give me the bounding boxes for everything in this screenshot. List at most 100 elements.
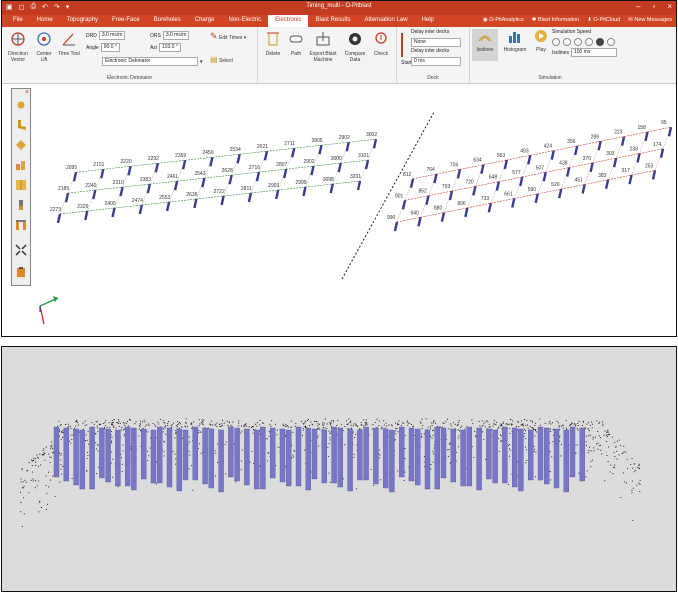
borehole-3d[interactable]	[460, 429, 466, 487]
borehole-marker[interactable]	[263, 150, 269, 161]
drd-input[interactable]: 3.0 ms/m	[98, 31, 126, 40]
borehole-3d[interactable]	[244, 428, 250, 486]
borehole-marker[interactable]	[550, 150, 555, 160]
borehole-3d[interactable]	[270, 427, 276, 479]
borehole-marker[interactable]	[146, 183, 151, 194]
borehole-3d[interactable]	[305, 427, 311, 491]
tab-attenuation-law[interactable]: Attenuation Law	[358, 15, 415, 27]
azi-input[interactable]: 103.0 °	[158, 43, 181, 52]
compare-data-button[interactable]: Compare Data	[342, 31, 368, 63]
borehole-3d[interactable]	[563, 429, 569, 493]
borehole-3d[interactable]	[63, 427, 69, 482]
messages-link[interactable]: ✉ New Messages	[628, 17, 672, 23]
maximize-icon[interactable]: ▫	[652, 2, 655, 11]
borehole-marker[interactable]	[628, 174, 633, 185]
borehole-marker[interactable]	[127, 165, 132, 176]
delay-value-input[interactable]: 0 ms	[411, 57, 461, 66]
histogram-button[interactable]: Histogram	[500, 29, 530, 53]
borehole-3d[interactable]	[363, 426, 369, 481]
borehole-marker[interactable]	[581, 184, 586, 194]
tab-free-face[interactable]: Free-Face	[105, 15, 147, 27]
borehole-marker[interactable]	[433, 173, 438, 184]
borehole-3d[interactable]	[192, 426, 199, 481]
borehole-3d[interactable]	[569, 426, 576, 478]
borehole-3d[interactable]	[218, 429, 224, 493]
borehole-3d[interactable]	[537, 426, 544, 481]
close-icon[interactable]: ×	[667, 2, 672, 11]
borehole-marker[interactable]	[542, 171, 547, 182]
borehole-marker[interactable]	[425, 195, 430, 205]
tab-non-electric[interactable]: Non-Electric	[221, 15, 268, 27]
borehole-marker[interactable]	[589, 162, 594, 173]
borehole-marker[interactable]	[154, 162, 159, 173]
borehole-3d[interactable]	[166, 427, 173, 488]
borehole-marker[interactable]	[534, 193, 539, 204]
edit-times-button[interactable]: ✎ Edit Times ▾	[210, 32, 254, 42]
borehole-marker[interactable]	[138, 204, 143, 215]
borehole-3d[interactable]	[73, 428, 79, 486]
borehole-marker[interactable]	[181, 159, 187, 170]
delay-select[interactable]: None	[411, 38, 461, 47]
borehole-3d[interactable]	[228, 426, 234, 478]
borehole-marker[interactable]	[356, 180, 362, 191]
tab-topography[interactable]: Topography	[60, 15, 105, 27]
borehole-marker[interactable]	[519, 176, 524, 187]
borehole-3d[interactable]	[440, 427, 447, 479]
borehole-marker[interactable]	[201, 177, 206, 188]
speed-radio-2[interactable]	[563, 38, 571, 46]
borehole-marker[interactable]	[173, 180, 179, 191]
tab-boreholes[interactable]: Boreholes	[147, 15, 188, 27]
direction-vector-button[interactable]: Direction Vector	[6, 31, 30, 63]
check-button[interactable]: Check	[370, 31, 392, 57]
play-button[interactable]: Play	[532, 29, 550, 53]
borehole-marker[interactable]	[291, 147, 296, 158]
borehole-3d[interactable]	[182, 429, 189, 481]
borehole-3d[interactable]	[99, 427, 105, 479]
borehole-marker[interactable]	[456, 169, 462, 179]
borehole-3d[interactable]	[512, 427, 518, 488]
tab-electronic[interactable]: Electronic	[268, 15, 309, 27]
borehole-marker[interactable]	[84, 210, 89, 221]
borehole-marker[interactable]	[667, 126, 673, 137]
borehole-3d[interactable]	[399, 426, 405, 478]
borehole-3d[interactable]	[53, 426, 60, 478]
borehole-3d[interactable]	[208, 428, 215, 489]
tab-file[interactable]: File	[6, 15, 30, 27]
borehole-marker[interactable]	[310, 165, 315, 176]
borehole-3d[interactable]	[286, 429, 292, 487]
borehole-marker[interactable]	[193, 198, 198, 209]
path-button[interactable]: Path	[286, 31, 306, 57]
borehole-3d[interactable]	[408, 427, 415, 482]
borehole-marker[interactable]	[220, 195, 225, 206]
borehole-marker[interactable]	[558, 188, 563, 199]
borehole-marker[interactable]	[345, 141, 350, 152]
borehole-3d[interactable]	[383, 428, 389, 489]
plan-viewport[interactable]: × 2273 2329 2400 2474 2553 2636 2722 2811 2903 29…	[2, 84, 676, 336]
borehole-3d[interactable]	[492, 429, 498, 484]
borehole-marker[interactable]	[119, 186, 124, 197]
borehole-3d[interactable]	[389, 429, 395, 493]
borehole-marker[interactable]	[393, 221, 399, 232]
borehole-marker[interactable]	[228, 174, 233, 185]
borehole-marker[interactable]	[111, 207, 116, 218]
tab-blast-results[interactable]: Blast Results	[308, 15, 357, 27]
borehole-marker[interactable]	[72, 171, 78, 182]
borehole-3d[interactable]	[331, 426, 337, 484]
borehole-3d[interactable]	[415, 428, 421, 486]
borehole-marker[interactable]	[503, 159, 508, 170]
borehole-marker[interactable]	[604, 179, 610, 190]
borehole-marker[interactable]	[56, 213, 62, 224]
borehole-3d[interactable]	[124, 426, 131, 487]
borehole-3d[interactable]	[476, 427, 482, 491]
borehole-marker[interactable]	[464, 207, 469, 218]
speed-radio-3[interactable]	[574, 38, 582, 46]
borehole-3d[interactable]	[321, 429, 327, 484]
borehole-marker[interactable]	[659, 148, 665, 159]
borehole-3d[interactable]	[89, 426, 95, 490]
detonator-select[interactable]: Electronic Detonator ▾	[102, 57, 203, 66]
select-button[interactable]: ▤ Select	[210, 56, 250, 65]
borehole-3d[interactable]	[295, 426, 302, 487]
borehole-marker[interactable]	[487, 202, 492, 213]
borehole-3d[interactable]	[544, 427, 550, 485]
borehole-3d[interactable]	[347, 428, 353, 492]
